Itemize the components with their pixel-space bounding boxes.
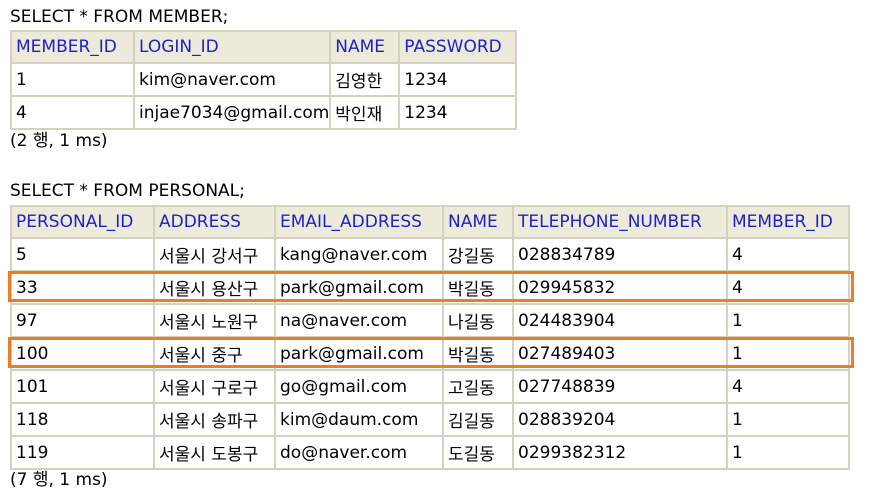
- personal-table-row: 97 서울시 노원구 na@naver.com 나길동 024483904 1: [10, 303, 850, 338]
- personal-cell: 100: [10, 336, 155, 371]
- personal-cell: 119: [10, 435, 155, 470]
- personal-cell: 118: [10, 402, 155, 437]
- personal-cell: 028834789: [512, 237, 728, 272]
- personal-table-row: 119 서울시 도봉구 do@naver.com 도길동 0299382312 …: [10, 435, 850, 470]
- personal-cell: 서울시 강서구: [153, 237, 276, 272]
- personal-cell: kang@naver.com: [274, 237, 444, 272]
- member-cell: 4: [10, 95, 135, 130]
- personal-cell: 5: [10, 237, 155, 272]
- personal-cell: na@naver.com: [274, 303, 444, 338]
- personal-query-text: SELECT * FROM PERSONAL;: [10, 181, 245, 201]
- member-cell: 1234: [398, 95, 518, 130]
- personal-cell: 97: [10, 303, 155, 338]
- personal-cell: 028839204: [512, 402, 728, 437]
- personal-column-header[interactable]: EMAIL_ADDRESS: [274, 205, 444, 239]
- personal-cell: 도길동: [442, 435, 514, 470]
- personal-cell: 서울시 송파구: [153, 402, 276, 437]
- member-cell: kim@naver.com: [132, 62, 332, 97]
- personal-cell: park@gmail.com: [274, 270, 444, 305]
- personal-table-row: 100 서울시 중구 park@gmail.com 박길동 027489403 …: [10, 336, 850, 371]
- personal-cell: 서울시 노원구: [153, 303, 276, 338]
- personal-cell: 101: [10, 369, 155, 404]
- personal-table-row: 118 서울시 송파구 kim@daum.com 김길동 028839204 1: [10, 402, 850, 437]
- personal-result-table: PERSONAL_ID ADDRESS EMAIL_ADDRESS NAME T…: [10, 205, 850, 470]
- personal-cell: go@gmail.com: [274, 369, 444, 404]
- personal-cell: 1: [726, 303, 850, 338]
- personal-cell: 1: [726, 336, 850, 371]
- personal-cell: kim@daum.com: [274, 402, 444, 437]
- member-query-text: SELECT * FROM MEMBER;: [10, 7, 229, 27]
- personal-cell: 0299382312: [512, 435, 728, 470]
- member-header-row: MEMBER_ID LOGIN_ID NAME PASSWORD: [10, 30, 518, 64]
- personal-cell: 서울시 도봉구: [153, 435, 276, 470]
- member-cell: 1: [10, 62, 135, 97]
- personal-cell: 서울시 구로구: [153, 369, 276, 404]
- member-cell: 김영한: [329, 62, 401, 97]
- member-table-row: 4 injae7034@gmail.com 박인재 1234: [10, 95, 518, 130]
- personal-cell: 027489403: [512, 336, 728, 371]
- member-column-header[interactable]: PASSWORD: [398, 30, 518, 64]
- personal-cell: 1: [726, 435, 850, 470]
- personal-cell: do@naver.com: [274, 435, 444, 470]
- personal-cell: 강길동: [442, 237, 514, 272]
- personal-header-row: PERSONAL_ID ADDRESS EMAIL_ADDRESS NAME T…: [10, 205, 850, 239]
- member-column-header[interactable]: NAME: [329, 30, 401, 64]
- member-cell: 박인재: [329, 95, 401, 130]
- personal-column-header[interactable]: PERSONAL_ID: [10, 205, 155, 239]
- personal-cell: 서울시 용산구: [153, 270, 276, 305]
- personal-cell: 박길동: [442, 336, 514, 371]
- member-status-text: (2 행, 1 ms): [10, 131, 108, 151]
- personal-cell: 4: [726, 237, 850, 272]
- personal-cell: 4: [726, 369, 850, 404]
- personal-status-text: (7 행, 1 ms): [10, 470, 108, 490]
- personal-cell: 024483904: [512, 303, 728, 338]
- personal-table-row: 33 서울시 용산구 park@gmail.com 박길동 029945832 …: [10, 270, 850, 305]
- member-result-table: MEMBER_ID LOGIN_ID NAME PASSWORD 1 kim@n…: [10, 30, 518, 130]
- member-table-row: 1 kim@naver.com 김영한 1234: [10, 62, 518, 97]
- personal-table-row: 101 서울시 구로구 go@gmail.com 고길동 027748839 4: [10, 369, 850, 404]
- member-cell: 1234: [398, 62, 518, 97]
- personal-table-row: 5 서울시 강서구 kang@naver.com 강길동 028834789 4: [10, 237, 850, 272]
- personal-column-header[interactable]: TELEPHONE_NUMBER: [512, 205, 728, 239]
- personal-cell: 김길동: [442, 402, 514, 437]
- personal-cell: 나길동: [442, 303, 514, 338]
- personal-cell: 4: [726, 270, 850, 305]
- personal-cell: 027748839: [512, 369, 728, 404]
- personal-cell: 33: [10, 270, 155, 305]
- personal-cell: park@gmail.com: [274, 336, 444, 371]
- member-column-header[interactable]: MEMBER_ID: [10, 30, 135, 64]
- personal-cell: 고길동: [442, 369, 514, 404]
- personal-column-header[interactable]: MEMBER_ID: [726, 205, 850, 239]
- member-cell: injae7034@gmail.com: [132, 95, 332, 130]
- personal-column-header[interactable]: NAME: [442, 205, 514, 239]
- personal-cell: 1: [726, 402, 850, 437]
- personal-column-header[interactable]: ADDRESS: [153, 205, 276, 239]
- personal-cell: 서울시 중구: [153, 336, 276, 371]
- member-column-header[interactable]: LOGIN_ID: [132, 30, 332, 64]
- personal-cell: 박길동: [442, 270, 514, 305]
- personal-cell: 029945832: [512, 270, 728, 305]
